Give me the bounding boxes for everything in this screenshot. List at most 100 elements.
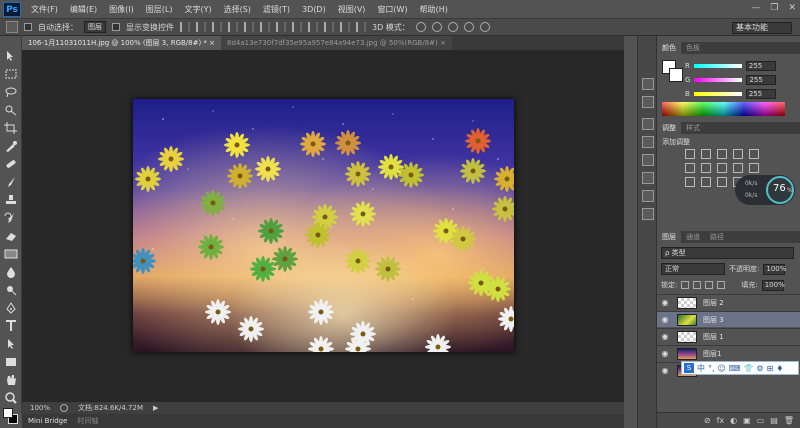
channel-value-r[interactable]: 255 xyxy=(745,61,776,71)
color-slider-g[interactable]: G 255 xyxy=(685,75,777,85)
blur-tool-icon[interactable] xyxy=(4,266,18,278)
healing-brush-tool-icon[interactable] xyxy=(4,158,18,170)
eraser-tool-icon[interactable] xyxy=(4,230,18,242)
lock-position-icon[interactable] xyxy=(705,281,714,289)
opacity-input[interactable]: 100% xyxy=(763,263,786,275)
tab-adjustments[interactable]: 调整 xyxy=(657,122,681,134)
lock-all-icon[interactable] xyxy=(717,281,726,289)
blend-mode-dropdown[interactable]: 正常 xyxy=(661,263,725,275)
3d-slide-icon[interactable] xyxy=(463,22,474,32)
menu-layer[interactable]: 图层(L) xyxy=(140,4,179,15)
distribute-bottom-icon[interactable] xyxy=(308,22,318,32)
align-left-icon[interactable] xyxy=(228,22,238,32)
slider-track-g[interactable] xyxy=(694,78,743,82)
3d-rotate-icon[interactable] xyxy=(415,22,426,32)
distribute-top-icon[interactable] xyxy=(276,22,286,32)
character-panel-icon[interactable] xyxy=(642,172,654,184)
layer-row[interactable]: ◉ 图层 2 xyxy=(657,294,800,310)
photo-filter-icon[interactable] xyxy=(733,163,743,173)
channel-mixer-icon[interactable] xyxy=(749,163,759,173)
menu-file[interactable]: 文件(F) xyxy=(25,4,64,15)
align-center-icon[interactable] xyxy=(244,22,254,32)
align-top-icon[interactable] xyxy=(180,22,190,32)
layer-mask-icon[interactable]: ◐ xyxy=(730,416,737,425)
channel-value-b[interactable]: 255 xyxy=(745,89,776,99)
curves-icon[interactable] xyxy=(717,149,727,159)
menu-select[interactable]: 选择(S) xyxy=(218,4,257,15)
tab-document-1[interactable]: 106-1月11031011H.jpg @ 100% (图层 3, RGB/8#… xyxy=(22,36,222,50)
brush-panel-icon[interactable] xyxy=(642,118,654,130)
levels-icon[interactable] xyxy=(701,149,711,159)
type-tool-icon[interactable] xyxy=(4,320,18,332)
visibility-eye-icon[interactable]: ◉ xyxy=(657,315,673,324)
doc-info-icon[interactable] xyxy=(60,404,69,412)
layer-filter-dropdown[interactable]: ρ 类型 xyxy=(661,247,794,259)
threshold-icon[interactable] xyxy=(717,177,727,187)
black-white-icon[interactable] xyxy=(717,163,727,173)
brightness-icon[interactable] xyxy=(685,149,695,159)
auto-select-checkbox[interactable] xyxy=(24,23,32,31)
distribute-middle-icon[interactable] xyxy=(292,22,302,32)
ime-keyboard-button[interactable]: ⌨ xyxy=(729,364,741,373)
distribute-left-icon[interactable] xyxy=(324,22,334,32)
paragraph-panel-icon[interactable] xyxy=(642,190,654,202)
layer-style-icon[interactable]: fx xyxy=(717,416,725,425)
hue-saturation-icon[interactable] xyxy=(685,163,695,173)
visibility-eye-icon[interactable]: ◉ xyxy=(657,298,673,307)
distribute-right-icon[interactable] xyxy=(356,22,366,32)
tab-layers[interactable]: 图层 xyxy=(657,231,681,243)
close-button[interactable]: ✕ xyxy=(788,3,796,13)
align-right-icon[interactable] xyxy=(260,22,270,32)
posterize-icon[interactable] xyxy=(701,177,711,187)
status-menu-arrow[interactable]: ▶ xyxy=(153,404,158,412)
ime-skin-button[interactable]: 👕 xyxy=(743,364,753,373)
layer-row-selected[interactable]: ◉ 图层 3 xyxy=(657,311,800,327)
tab-paths[interactable]: 路径 xyxy=(705,231,729,243)
menu-window[interactable]: 窗口(W) xyxy=(371,4,413,15)
align-bottom-icon[interactable] xyxy=(212,22,222,32)
path-selection-tool-icon[interactable] xyxy=(4,338,18,350)
menu-edit[interactable]: 编辑(E) xyxy=(64,4,103,15)
properties-panel-icon[interactable] xyxy=(642,96,654,108)
history-brush-tool-icon[interactable] xyxy=(4,212,18,224)
info-panel-icon[interactable] xyxy=(642,208,654,220)
pen-tool-icon[interactable] xyxy=(4,302,18,314)
exposure-icon[interactable] xyxy=(733,149,743,159)
restore-button[interactable]: ❐ xyxy=(770,3,778,13)
menu-type[interactable]: 文字(Y) xyxy=(178,4,217,15)
3d-scale-icon[interactable] xyxy=(479,22,490,32)
move-tool-icon[interactable] xyxy=(4,50,18,62)
tab-swatches[interactable]: 色板 xyxy=(681,42,705,54)
tab-channels[interactable]: 通道 xyxy=(681,231,705,243)
visibility-eye-icon[interactable]: ◉ xyxy=(657,332,673,341)
slider-track-r[interactable] xyxy=(693,64,742,68)
zoom-tool-icon[interactable] xyxy=(4,392,18,404)
foreground-color-swatch[interactable] xyxy=(3,408,13,418)
visibility-eye-icon[interactable]: ◉ xyxy=(657,366,673,375)
marquee-tool-icon[interactable] xyxy=(4,68,18,80)
zoom-level[interactable]: 100% xyxy=(30,404,50,412)
layer-row[interactable]: ◉ 图层1 xyxy=(657,345,800,361)
channel-value-g[interactable]: 255 xyxy=(746,75,777,85)
auto-select-dropdown[interactable]: 图层 xyxy=(84,21,106,33)
align-middle-icon[interactable] xyxy=(196,22,206,32)
lock-transparent-icon[interactable] xyxy=(681,281,690,289)
ime-more-button[interactable]: ♦ xyxy=(776,364,783,373)
adjustment-layer-icon[interactable]: ▣ xyxy=(743,416,751,425)
3d-pan-icon[interactable] xyxy=(447,22,458,32)
gradient-tool-icon[interactable] xyxy=(4,248,18,260)
vibrance-icon[interactable] xyxy=(749,149,759,159)
ime-toolbox-button[interactable]: ⊞ xyxy=(767,364,774,373)
rectangle-tool-icon[interactable] xyxy=(4,356,18,368)
minimize-button[interactable]: — xyxy=(751,3,760,13)
quick-select-tool-icon[interactable] xyxy=(4,104,18,116)
menu-help[interactable]: 帮助(H) xyxy=(414,4,454,15)
color-slider-b[interactable]: B 255 xyxy=(685,89,776,99)
layer-row[interactable]: ◉ 图层 1 xyxy=(657,328,800,344)
network-speed-widget[interactable]: 76 % 0k/s 0k/s xyxy=(735,175,795,205)
link-layers-icon[interactable]: ⊘ xyxy=(704,416,711,425)
menu-filter[interactable]: 滤镜(T) xyxy=(257,4,296,15)
dodge-tool-icon[interactable] xyxy=(4,284,18,296)
move-tool-icon[interactable] xyxy=(6,21,18,33)
menu-view[interactable]: 视图(V) xyxy=(332,4,372,15)
